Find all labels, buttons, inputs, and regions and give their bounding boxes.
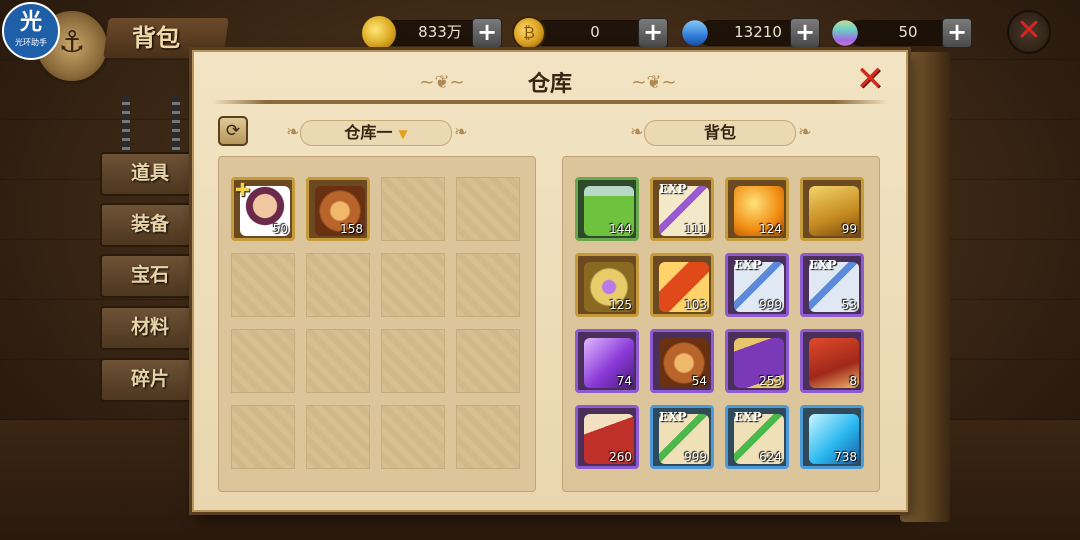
warehouse-empty-slot[interactable] <box>231 405 295 469</box>
coin-value: 0 <box>590 23 600 41</box>
refresh-icon[interactable]: ⟳ <box>218 116 248 146</box>
add-gold-button[interactable]: + <box>472 18 502 48</box>
bag-grid: 144 EXP 111 124 99 125 103 EXP 999 EXP 53 74 54 253 8 2… <box>562 156 880 492</box>
warehouse-empty-slot[interactable] <box>231 253 295 317</box>
chain-decoration <box>172 96 180 156</box>
helper-logo: 光 光环助手 <box>2 2 60 60</box>
warehouse-empty-slot[interactable] <box>381 177 445 241</box>
warehouse-empty-slot[interactable] <box>381 253 445 317</box>
blue-crystal-slot[interactable]: 738 <box>800 405 864 469</box>
title-divider <box>212 100 888 104</box>
resource-gold: 833万 + <box>362 16 502 50</box>
add-gem-button[interactable]: + <box>942 18 972 48</box>
panel-title: 仓库 <box>527 71 572 97</box>
item-quantity: 50 <box>272 222 288 236</box>
warehouse-empty-slot[interactable] <box>381 329 445 393</box>
close-screen-button[interactable]: ✕ <box>1007 10 1051 54</box>
warehouse-grid: ✚ 50 158 <box>218 156 536 492</box>
item-quantity: 253 <box>759 374 782 388</box>
item-quantity: 999 <box>684 450 707 464</box>
item-quantity: 111 <box>684 222 707 236</box>
item-quantity: 53 <box>841 298 857 312</box>
tab-items[interactable]: 道具 <box>100 152 200 196</box>
warehouse-empty-slot[interactable] <box>306 253 370 317</box>
warehouse-empty-slot[interactable] <box>231 329 295 393</box>
helper-logo-glyph: 光 <box>19 10 42 35</box>
resource-coin: 0 + <box>512 16 672 50</box>
exp-tag: EXP <box>659 410 687 424</box>
gold-amulet-slot[interactable]: 125 <box>575 253 639 317</box>
item-quantity: 74 <box>616 374 632 388</box>
gold-icon <box>362 16 396 50</box>
tab-materials[interactable]: 材料 <box>100 306 200 350</box>
red-tome-slot[interactable]: 260 <box>575 405 639 469</box>
exp-scroll-purple-slot[interactable]: EXP 53 <box>800 253 864 317</box>
red-book-slot[interactable]: 8 <box>800 329 864 393</box>
orange-scroll-slot[interactable]: 103 <box>650 253 714 317</box>
tab-equipment[interactable]: 装备 <box>100 203 200 247</box>
warehouse-selector-label: 仓库一 <box>344 123 393 142</box>
item-quantity: 99 <box>841 222 857 236</box>
ribbon-ornament-icon: ❧ <box>798 122 812 141</box>
warehouse-panel: ~❦~ 仓库 ~❦~ ✕ ⟳ ❧ 仓库一 ▼ ❧ ❧ 背包 ❧ ✚ 50 158 14… <box>192 50 908 512</box>
bronze-medallion-slot[interactable]: 54 <box>650 329 714 393</box>
item-quantity: 738 <box>834 450 857 464</box>
gold-value: 833万 <box>418 23 462 41</box>
warehouse-empty-slot[interactable] <box>456 329 520 393</box>
warehouse-empty-slot[interactable] <box>456 253 520 317</box>
item-quantity: 999 <box>759 298 782 312</box>
warehouse-empty-slot[interactable] <box>306 329 370 393</box>
exp-tag: EXP <box>734 410 762 424</box>
plus-icon: ✚ <box>235 180 251 201</box>
exp-tag: EXP <box>809 258 837 272</box>
item-quantity: 103 <box>684 298 707 312</box>
item-quantity: 8 <box>849 374 857 388</box>
item-quantity: 124 <box>759 222 782 236</box>
exp-scroll-gold-slot[interactable]: EXP 111 <box>650 177 714 241</box>
character-portrait-slot[interactable]: ✚ 50 <box>231 177 295 241</box>
gold-book-slot[interactable]: 99 <box>800 177 864 241</box>
warehouse-selector[interactable]: 仓库一 ▼ <box>300 120 452 146</box>
exp-scroll-blue-slot[interactable]: EXP 624 <box>725 405 789 469</box>
item-quantity: 125 <box>609 298 632 312</box>
exp-tag: EXP <box>734 258 762 272</box>
item-quantity: 260 <box>609 450 632 464</box>
warehouse-empty-slot[interactable] <box>456 405 520 469</box>
helper-logo-text: 光环助手 <box>15 38 47 47</box>
add-coin-button[interactable]: + <box>638 18 668 48</box>
exp-scroll-purple-slot[interactable]: EXP 999 <box>725 253 789 317</box>
exp-scroll-blue-slot[interactable]: EXP 999 <box>650 405 714 469</box>
exp-tag: EXP <box>659 182 687 196</box>
coin-icon <box>512 16 546 50</box>
bag-header: 背包 <box>644 120 796 146</box>
purple-crystal-slot[interactable]: 74 <box>575 329 639 393</box>
purple-book-slot[interactable]: 253 <box>725 329 789 393</box>
close-panel-button[interactable]: ✕ <box>854 62 886 96</box>
warehouse-empty-slot[interactable] <box>456 177 520 241</box>
chain-decoration <box>122 96 130 156</box>
bag-header-label: 背包 <box>703 123 736 142</box>
tab-fragments[interactable]: 碎片 <box>100 358 200 402</box>
orange-gem-slot[interactable]: 124 <box>725 177 789 241</box>
dropdown-arrow-icon: ▼ <box>398 127 408 141</box>
item-quantity: 54 <box>691 374 707 388</box>
right-flourish-icon: ~❦~ <box>631 72 677 93</box>
tab-gems[interactable]: 宝石 <box>100 254 200 298</box>
item-quantity: 144 <box>609 222 632 236</box>
resource-diamond: 13210 + <box>676 14 822 52</box>
gem-value: 50 <box>898 23 918 41</box>
warehouse-empty-slot[interactable] <box>306 405 370 469</box>
item-quantity: 624 <box>759 450 782 464</box>
bronze-medallion-slot[interactable]: 158 <box>306 177 370 241</box>
item-quantity: 158 <box>340 222 363 236</box>
resource-gem: 50 + <box>826 14 974 52</box>
green-potion-slot[interactable]: 144 <box>575 177 639 241</box>
diamond-value: 13210 <box>734 23 782 41</box>
add-diamond-button[interactable]: + <box>790 18 820 48</box>
warehouse-empty-slot[interactable] <box>381 405 445 469</box>
ribbon-ornament-icon: ❧ <box>454 122 468 141</box>
